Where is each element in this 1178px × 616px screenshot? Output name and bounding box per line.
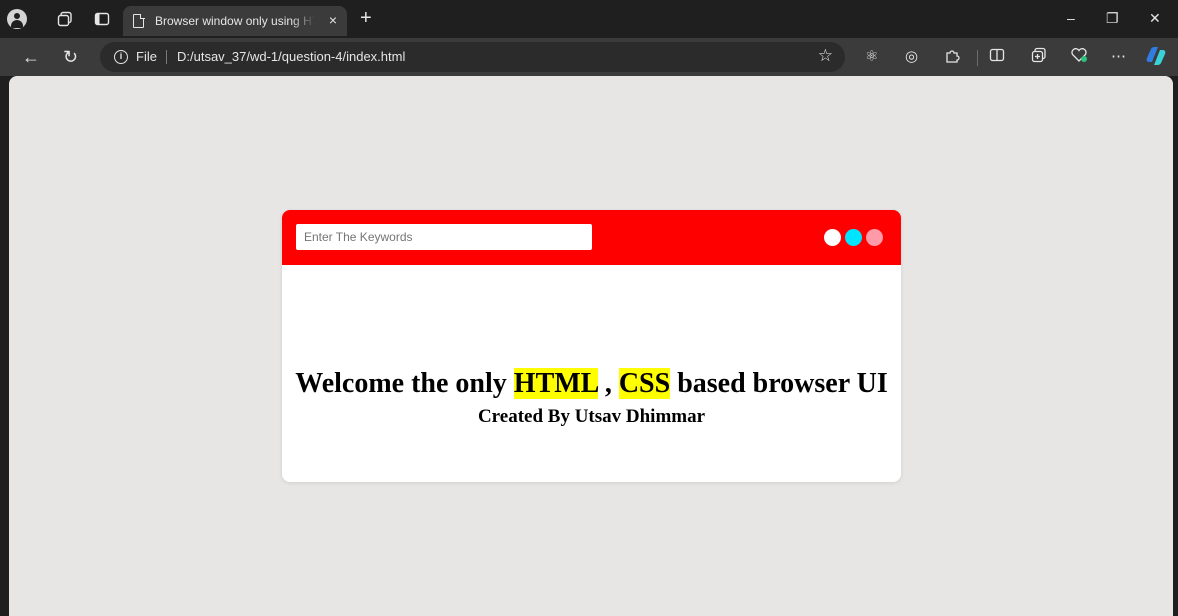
more-options-icon[interactable]: ⋯ — [1111, 47, 1126, 67]
tab-active[interactable]: Browser window only using HTML & CSS × — [123, 6, 347, 36]
minimize-icon[interactable]: – — [1067, 10, 1075, 26]
card-header — [282, 210, 901, 265]
credit-subheading: Created By Utsav Dhimmar — [477, 406, 706, 427]
welcome-text-3: based browser UI — [670, 368, 888, 399]
new-tab-icon[interactable]: + — [360, 8, 372, 28]
refresh-icon[interactable]: ↻ — [63, 47, 78, 67]
tab-title: Browser window only using HTML & CSS — [155, 14, 315, 28]
highlight-html: HTML — [513, 368, 598, 399]
workspaces-icon[interactable] — [55, 9, 75, 29]
browser-ui-card: Welcome the only HTML , CSS based browse… — [282, 210, 901, 482]
welcome-text-1: Welcome the only — [295, 368, 514, 399]
keyword-search-input[interactable] — [296, 224, 592, 250]
tab-actions-icon[interactable] — [92, 9, 112, 29]
browser-toolbar: ← ↻ i File D:/utsav_37/wd-1/question-4/i… — [0, 38, 1178, 76]
address-bar[interactable]: i File D:/utsav_37/wd-1/question-4/index… — [100, 42, 845, 72]
collections-icon[interactable] — [1031, 47, 1047, 69]
page-viewport: Welcome the only HTML , CSS based browse… — [9, 76, 1173, 616]
highlight-css: CSS — [618, 368, 671, 399]
title-bar: Browser window only using HTML & CSS × +… — [0, 0, 1178, 38]
welcome-heading: Welcome the only HTML , CSS based browse… — [282, 368, 901, 400]
copilot-icon[interactable] — [1145, 46, 1167, 66]
dot-pink[interactable] — [866, 229, 883, 246]
restore-icon[interactable]: ❐ — [1106, 10, 1119, 27]
dot-white[interactable] — [824, 229, 841, 246]
profile-avatar-icon[interactable] — [7, 9, 27, 29]
toolbar-separator — [977, 50, 978, 66]
extension-atom-icon[interactable]: ⚛ — [865, 47, 878, 67]
url-text[interactable]: D:/utsav_37/wd-1/question-4/index.html — [177, 49, 405, 64]
window-close-icon[interactable]: ✕ — [1149, 10, 1161, 27]
dot-cyan[interactable] — [845, 229, 862, 246]
info-icon[interactable]: i — [114, 50, 128, 64]
favorites-star-icon[interactable]: ☆ — [818, 46, 833, 66]
welcome-text-2: , — [597, 368, 619, 399]
page-document-icon — [133, 13, 145, 28]
browser-essentials-icon[interactable]: ◎ — [905, 47, 918, 67]
back-icon[interactable]: ← — [22, 47, 40, 67]
address-separator — [166, 50, 167, 64]
tab-close-icon[interactable]: × — [329, 12, 337, 28]
scheme-label: File — [136, 49, 157, 64]
split-screen-icon[interactable] — [989, 47, 1005, 69]
performance-heart-icon[interactable] — [1070, 47, 1088, 69]
extensions-icon[interactable] — [944, 47, 960, 69]
